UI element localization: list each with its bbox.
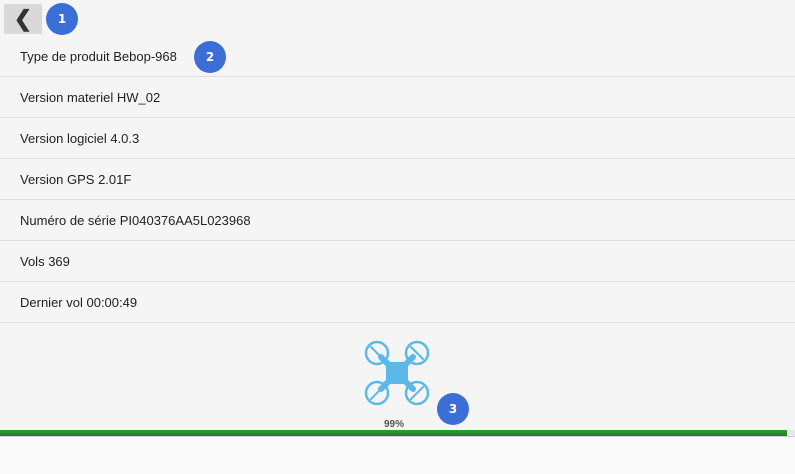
chevron-left-icon: ❮ — [13, 6, 33, 31]
info-value: 00:00:49 — [86, 294, 138, 310]
progress-label: 99% — [384, 419, 405, 430]
info-label: Version logiciel — [20, 130, 107, 146]
info-value: 2.01F — [98, 171, 132, 187]
info-label: Numéro de série — [20, 212, 117, 228]
info-row-serial-number: Numéro de série PI040376AA5L023968 — [0, 200, 795, 241]
annotation-badge-2: 2 — [194, 41, 226, 73]
info-value: 369 — [48, 253, 70, 269]
info-row-hardware-version: Version materiel HW_02 — [0, 77, 795, 118]
back-button[interactable]: ❮ — [4, 4, 42, 34]
info-row-gps-version: Version GPS 2.01F — [0, 159, 795, 200]
product-info-list: Type de produit Bebop-968 Version materi… — [0, 36, 795, 323]
info-row-flights: Vols 369 — [0, 241, 795, 282]
info-value: PI040376AA5L023968 — [119, 212, 251, 228]
info-row-last-flight: Dernier vol 00:00:49 — [0, 282, 795, 323]
info-label: Dernier vol — [20, 294, 83, 310]
info-label: Version GPS — [20, 171, 95, 187]
quadcopter-drone-icon — [364, 340, 430, 406]
info-label: Vols — [20, 253, 45, 269]
info-label: Type de produit — [20, 48, 110, 64]
info-value: 4.0.3 — [110, 130, 140, 146]
info-row-product-type: Type de produit Bebop-968 — [0, 36, 795, 77]
info-row-software-version: Version logiciel 4.0.3 — [0, 118, 795, 159]
info-value: Bebop-968 — [113, 48, 177, 64]
info-value: HW_02 — [116, 89, 161, 105]
annotation-badge-3: 3 — [437, 393, 469, 425]
info-label: Version materiel — [20, 89, 114, 105]
bottom-panel — [0, 436, 795, 474]
annotation-badge-1: 1 — [46, 3, 78, 35]
